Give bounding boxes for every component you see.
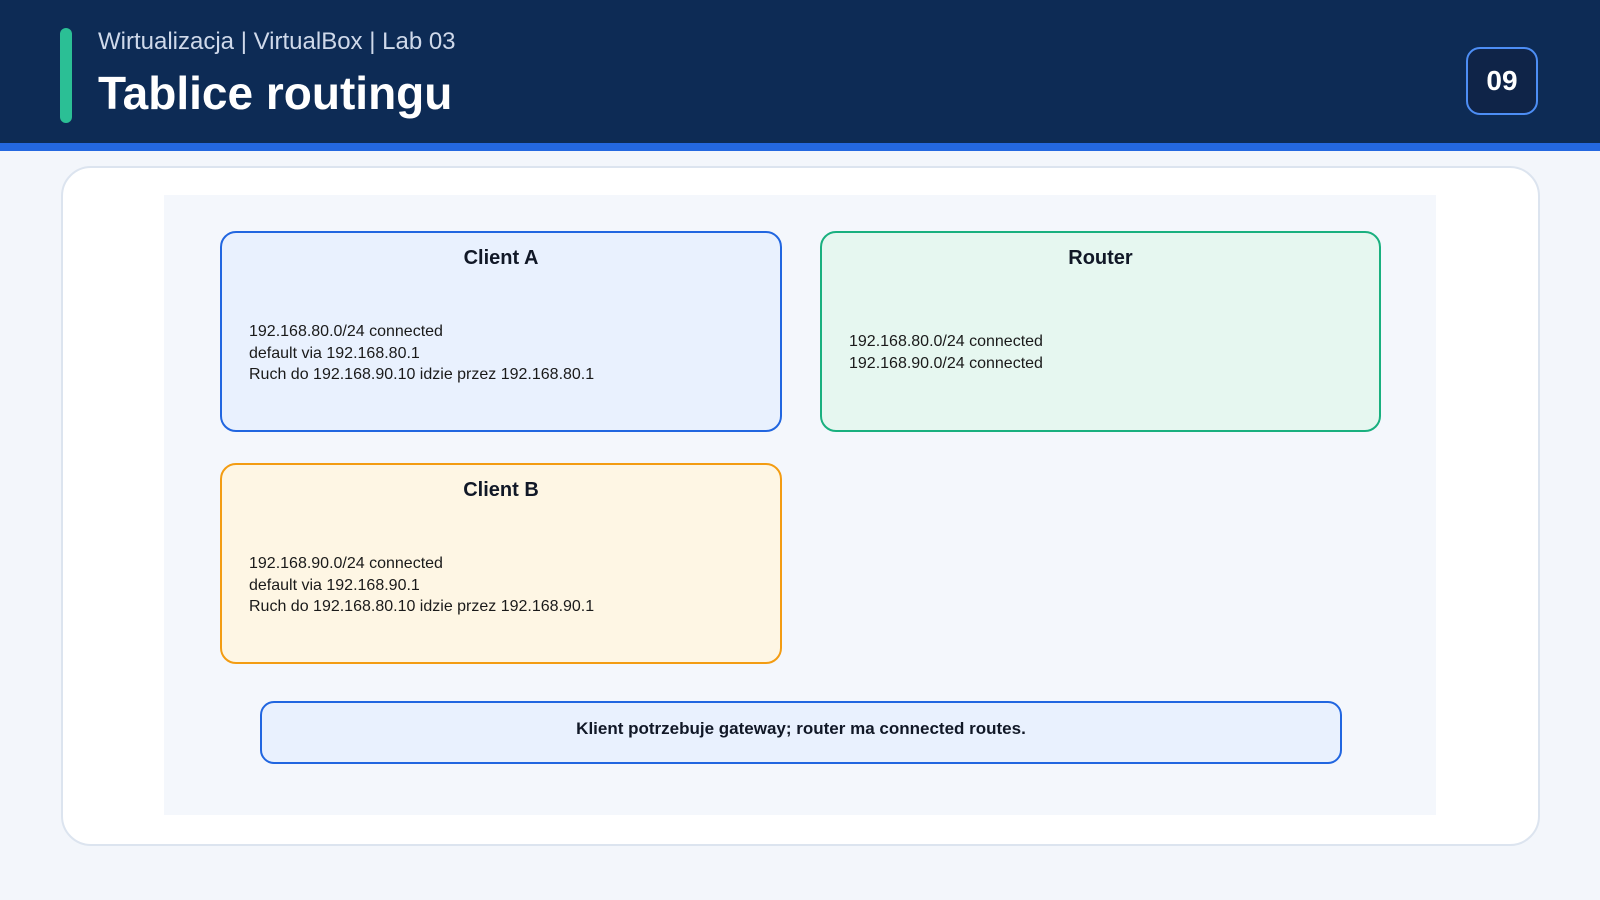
route-line: 192.168.80.0/24 connected [249, 323, 443, 340]
client-a-routes: 192.168.80.0/24 connected default via 19… [249, 321, 594, 386]
route-line: Ruch do 192.168.90.10 idzie przez 192.16… [249, 366, 595, 383]
slide-header: Wirtualizacja | VirtualBox | Lab 03 Tabl… [0, 0, 1600, 151]
slide-subtitle: Wirtualizacja | VirtualBox | Lab 03 [98, 28, 456, 55]
slide-title: Tablice routingu [98, 67, 453, 119]
router-routes: 192.168.80.0/24 connected 192.168.90.0/2… [849, 331, 1043, 374]
route-line: Ruch do 192.168.80.10 idzie przez 192.16… [249, 598, 595, 615]
client-a-box: Client A 192.168.80.0/24 connected defau… [220, 231, 782, 432]
summary-note: Klient potrzebuje gateway; router ma con… [260, 701, 1342, 764]
client-b-title: Client B [463, 479, 539, 501]
accent-bar [60, 28, 72, 123]
route-line: 192.168.80.0/24 connected [849, 333, 1043, 350]
route-line: 192.168.90.0/24 connected [849, 354, 1043, 372]
route-line: default via 192.168.90.1 [249, 576, 420, 594]
client-a-title: Client A [463, 247, 539, 269]
router-title: Router [1068, 247, 1133, 269]
route-line: 192.168.90.0/24 connected [249, 555, 443, 572]
router-box: Router 192.168.80.0/24 connected 192.168… [820, 231, 1381, 432]
slide-number-badge: 09 [1466, 47, 1538, 115]
client-b-box: Client B 192.168.90.0/24 connected defau… [220, 463, 782, 664]
client-b-routes: 192.168.90.0/24 connected default via 19… [249, 553, 594, 618]
route-line: default via 192.168.80.1 [249, 344, 420, 362]
